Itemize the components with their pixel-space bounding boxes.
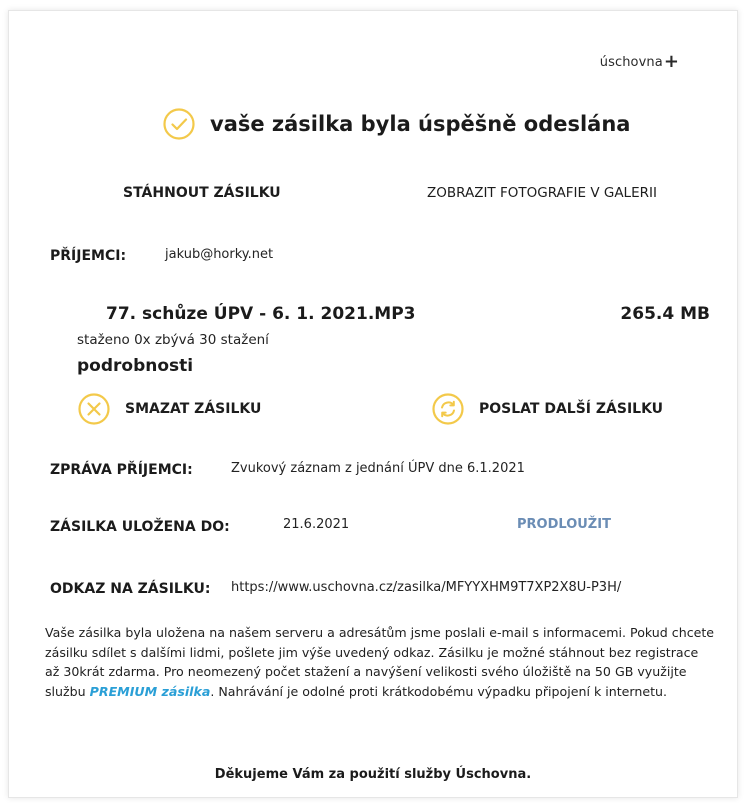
recipients-label: PŘÍJEMCI: [50, 248, 127, 264]
brand-plus: + [663, 51, 679, 72]
refresh-circle-icon [432, 393, 464, 425]
recipients-value: jakub@horky.net [165, 247, 274, 262]
premium-link[interactable]: PREMIUM zásilka [90, 684, 211, 699]
details-link[interactable]: podrobnosti [77, 356, 193, 376]
success-title: vaše zásilka byla úspěšně odeslána [210, 112, 631, 136]
send-another-button[interactable]: POSLAT DALŠÍ ZÁSILKU [431, 392, 663, 426]
download-count: staženo 0x zbývá 30 stažení [77, 332, 269, 348]
x-circle-icon [78, 393, 110, 425]
send-another-label: POSLAT DALŠÍ ZÁSILKU [479, 401, 664, 417]
message-label: ZPRÁVA PŘÍJEMCI: [50, 462, 193, 478]
file-size: 265.4 MB [620, 304, 710, 324]
stored-until-label: ZÁSILKA ULOŽENA DO: [50, 519, 230, 535]
link-label: ODKAZ NA ZÁSILKU: [50, 581, 211, 597]
stored-until-value: 21.6.2021 [283, 517, 350, 532]
upload-result-card: úschovna+ vaše zásilka byla úspěšně odes… [8, 10, 738, 798]
brand-logo[interactable]: úschovna+ [600, 51, 679, 72]
extend-button[interactable]: PRODLOUŽIT [517, 517, 611, 532]
gallery-button[interactable]: ZOBRAZIT FOTOGRAFIE V GALERII [427, 185, 657, 201]
message-value: Zvukový záznam z jednání ÚPV dne 6.1.202… [231, 461, 525, 476]
file-name: 77. schůze ÚPV - 6. 1. 2021.MP3 [106, 304, 416, 324]
brand-name: úschovna [599, 55, 663, 70]
share-link[interactable]: https://www.uschovna.cz/zasilka/MFYYXHM9… [231, 580, 621, 595]
success-message: vaše zásilka byla úspěšně odeslána [162, 107, 630, 141]
delete-button[interactable]: SMAZAT ZÁSILKU [77, 392, 261, 426]
check-circle-icon [163, 108, 195, 140]
download-button[interactable]: STÁHNOUT ZÁSILKU [123, 185, 281, 201]
info-text-end: . Nahrávání je odolné proti krátkodobému… [210, 683, 668, 699]
delete-label: SMAZAT ZÁSILKU [125, 401, 262, 417]
info-paragraph: Vaše zásilka byla uložena na našem serve… [45, 623, 715, 701]
thanks-message: Děkujeme Vám za použití služby Úschovna. [214, 767, 532, 782]
